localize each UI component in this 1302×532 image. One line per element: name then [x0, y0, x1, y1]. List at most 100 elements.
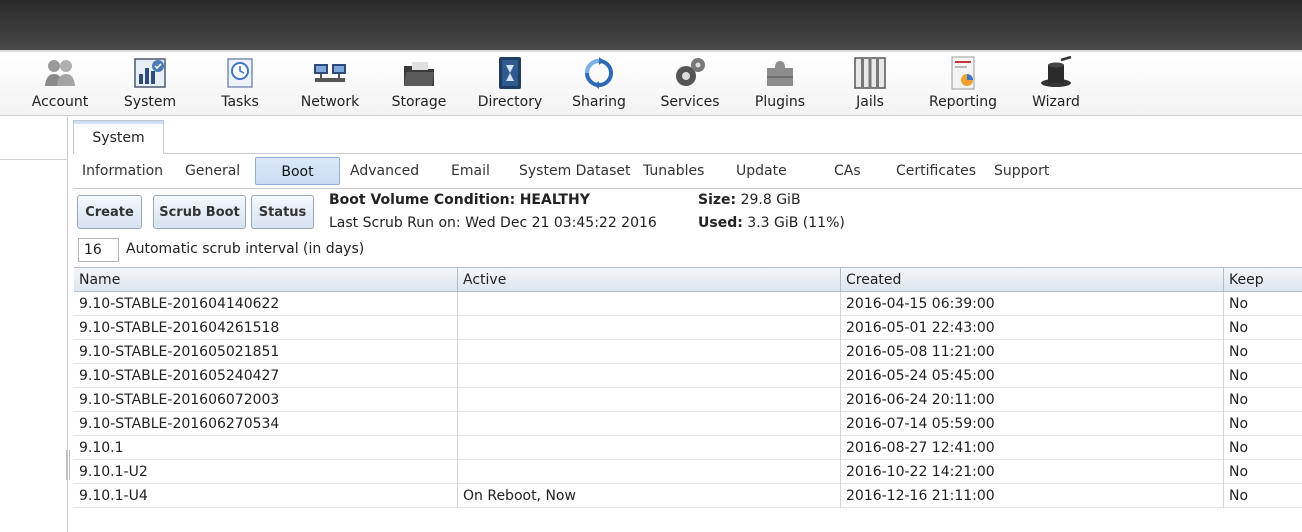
cell-created: 2016-07-14 05:59:00 — [840, 412, 1223, 436]
column-header-active[interactable]: Active — [457, 268, 840, 292]
subtab-cas[interactable]: CAs — [834, 157, 861, 185]
table-row[interactable]: 9.10-STABLE-201606270534 2016-07-14 05:5… — [74, 412, 1302, 436]
subtab-boot[interactable]: Boot — [255, 157, 340, 185]
subtab-general[interactable]: General — [185, 157, 240, 185]
cell-name: 9.10-STABLE-201604140622 — [79, 296, 280, 312]
scrub-interval-input[interactable] — [78, 238, 119, 262]
services-icon — [676, 58, 705, 86]
main-menu-bar: Account System Tasks Network Storage Dir… — [0, 50, 1302, 116]
cell-name: 9.10-STABLE-201604261518 — [79, 320, 280, 336]
table-row[interactable]: 9.10-STABLE-201605021851 2016-05-08 11:2… — [74, 340, 1302, 364]
column-header-keep[interactable]: Keep — [1223, 268, 1302, 292]
cell-active — [457, 436, 840, 460]
tab-system-label: System — [92, 129, 145, 146]
tasks-icon — [227, 58, 253, 88]
menu-label: Storage — [391, 94, 447, 110]
boot-environments-table: Name Active Created Keep 9.10-STABLE-201… — [74, 267, 1302, 508]
cell-name: 9.10-STABLE-201606270534 — [79, 416, 280, 432]
cell-name: 9.10-STABLE-201605240427 — [79, 368, 280, 384]
table-row[interactable]: 9.10.1-U2 2016-10-22 14:21:00 No — [74, 460, 1302, 484]
subtab-tunables[interactable]: Tunables — [643, 157, 704, 185]
cell-name: 9.10-STABLE-201605021851 — [79, 344, 280, 360]
cell-created: 2016-06-24 20:11:00 — [840, 388, 1223, 412]
menu-item-reporting[interactable]: Reporting — [926, 56, 1000, 116]
storage-icon — [404, 62, 434, 86]
cell-keep: No — [1223, 436, 1302, 460]
left-tree-panel — [0, 117, 68, 532]
menu-item-storage[interactable]: Storage — [389, 56, 449, 116]
last-scrub: Last Scrub Run on: Wed Dec 21 03:45:22 2… — [329, 215, 657, 231]
scrub-boot-button[interactable]: Scrub Boot — [153, 195, 246, 229]
size-label: Size: — [698, 192, 737, 208]
column-header-created[interactable]: Created — [840, 268, 1223, 292]
cell-active — [457, 340, 840, 364]
main-content: System Information General Boot Advanced… — [73, 117, 1302, 532]
cell-created: 2016-08-27 12:41:00 — [840, 436, 1223, 460]
cell-keep: No — [1223, 340, 1302, 364]
create-button[interactable]: Create — [77, 195, 142, 229]
panel-splitter-handle[interactable] — [66, 450, 70, 480]
subtab-information[interactable]: Information — [82, 157, 163, 185]
menu-label: Account — [31, 94, 89, 110]
cell-keep: No — [1223, 364, 1302, 388]
menu-item-services[interactable]: Services — [660, 56, 720, 116]
menu-item-directory[interactable]: Directory — [477, 56, 543, 116]
status-button[interactable]: Status — [251, 195, 314, 229]
boot-used: Used: 3.3 GiB (11%) — [698, 215, 845, 231]
cell-created: 2016-05-24 05:45:00 — [840, 364, 1223, 388]
table-row[interactable]: 9.10-STABLE-201605240427 2016-05-24 05:4… — [74, 364, 1302, 388]
cell-created: 2016-04-15 06:39:00 — [840, 292, 1223, 316]
tab-strip-line — [163, 153, 1302, 154]
subtab-certificates[interactable]: Certificates — [896, 157, 976, 185]
cell-name: 9.10.1 — [79, 440, 124, 456]
menu-label: Sharing — [572, 94, 626, 110]
menu-item-system[interactable]: System — [122, 56, 178, 116]
cell-created: 2016-05-08 11:21:00 — [840, 340, 1223, 364]
cell-active: On Reboot, Now — [457, 484, 840, 508]
menu-label: Network — [300, 94, 360, 110]
subtab-update[interactable]: Update — [736, 157, 787, 185]
tab-system[interactable]: System — [73, 120, 164, 154]
menu-item-network[interactable]: Network — [300, 56, 360, 116]
system-icon — [134, 58, 166, 88]
menu-item-wizard[interactable]: Wizard — [1028, 56, 1084, 116]
table-row[interactable]: 9.10-STABLE-201604261518 2016-05-01 22:4… — [74, 316, 1302, 340]
scrub-label: Last Scrub Run on: — [329, 215, 461, 231]
reporting-icon — [951, 56, 975, 90]
cell-keep: No — [1223, 484, 1302, 508]
subtab-system-dataset[interactable]: System Dataset — [519, 157, 630, 185]
menu-item-tasks[interactable]: Tasks — [216, 56, 264, 116]
subtab-advanced[interactable]: Advanced — [350, 157, 419, 185]
menu-item-account[interactable]: Account — [30, 56, 90, 116]
subtab-email[interactable]: Email — [451, 157, 490, 185]
cell-keep: No — [1223, 460, 1302, 484]
subtab-support[interactable]: Support — [994, 157, 1049, 185]
menu-label: Directory — [477, 94, 543, 110]
table-row[interactable]: 9.10-STABLE-201606072003 2016-06-24 20:1… — [74, 388, 1302, 412]
tab-accent — [74, 121, 163, 124]
menu-item-sharing[interactable]: Sharing — [569, 56, 629, 116]
boot-size: Size: 29.8 GiB — [698, 192, 801, 208]
cell-name: 9.10.1-U4 — [79, 488, 148, 504]
menu-item-jails[interactable]: Jails — [846, 56, 894, 116]
cell-keep: No — [1223, 316, 1302, 340]
cell-active — [457, 364, 840, 388]
jails-icon — [854, 57, 886, 89]
top-banner — [0, 0, 1302, 50]
cell-name: 9.10.1-U2 — [79, 464, 148, 480]
table-row[interactable]: 9.10.1 2016-08-27 12:41:00 No — [74, 436, 1302, 460]
menu-label: Jails — [856, 94, 884, 110]
column-header-name[interactable]: Name — [74, 268, 457, 292]
cell-active — [457, 316, 840, 340]
size-value: 29.8 GiB — [740, 192, 801, 208]
used-value: 3.3 GiB (11%) — [747, 215, 845, 231]
cell-active — [457, 460, 840, 484]
menu-label: Tasks — [221, 94, 259, 110]
cell-name: 9.10-STABLE-201606072003 — [79, 392, 280, 408]
account-icon — [45, 60, 75, 86]
menu-label: Plugins — [754, 94, 806, 110]
table-row[interactable]: 9.10.1-U4 On Reboot, Now 2016-12-16 21:1… — [74, 484, 1302, 508]
cell-active — [457, 388, 840, 412]
menu-item-plugins[interactable]: Plugins — [752, 56, 808, 116]
table-row[interactable]: 9.10-STABLE-201604140622 2016-04-15 06:3… — [74, 292, 1302, 316]
